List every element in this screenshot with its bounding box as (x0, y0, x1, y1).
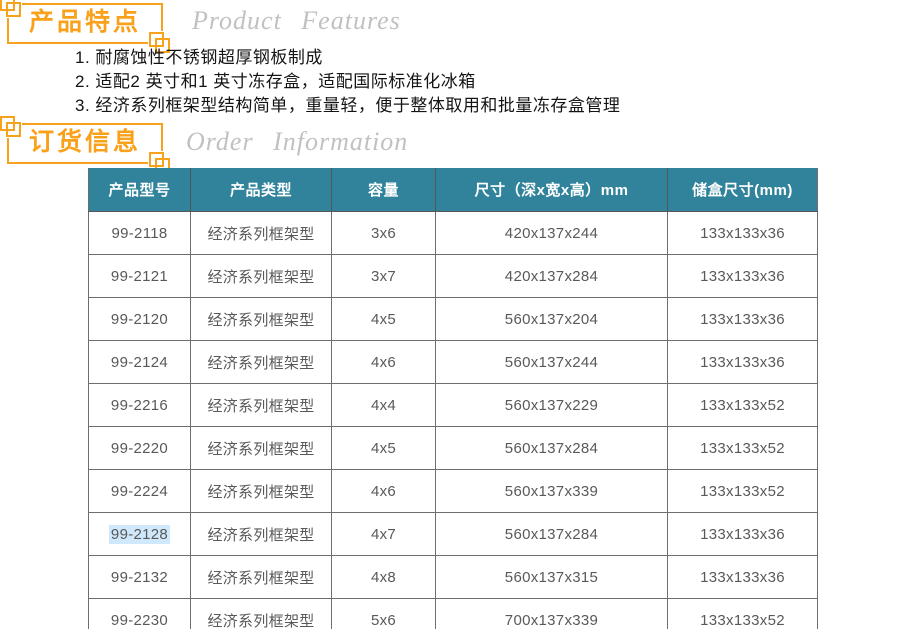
table-cell-box: 133x133x36 (668, 341, 818, 384)
order-section-title: 订货信息 (29, 128, 141, 156)
table-body: 99-2118经济系列框架型3x6420x137x244133x133x3699… (89, 212, 818, 629)
table-cell-box: 133x133x36 (668, 513, 818, 556)
table-cell-capacity: 4x5 (332, 298, 436, 341)
table-header-cell-model: 产品型号 (89, 168, 191, 212)
table-cell-model: 99-2118 (89, 212, 191, 255)
table-cell-size: 560x137x284 (436, 427, 668, 470)
fret-ornament-icon (0, 114, 22, 138)
table-cell-size: 560x137x229 (436, 384, 668, 427)
table-cell-type: 经济系列框架型 (191, 384, 332, 427)
table-row: 99-2118经济系列框架型3x6420x137x244133x133x36 (89, 212, 818, 255)
table-cell-model: 99-2120 (89, 298, 191, 341)
table-cell-type: 经济系列框架型 (191, 470, 332, 513)
table-cell-capacity: 4x5 (332, 427, 436, 470)
table-header-cell-type: 产品类型 (191, 168, 332, 212)
table-cell-capacity: 3x6 (332, 212, 436, 255)
table-row: 99-2124经济系列框架型4x6560x137x244133x133x36 (89, 341, 818, 384)
table-header-row: 产品型号产品类型容量尺寸（深x宽x高）mm储盒尺寸(mm) (89, 168, 818, 212)
table-cell-capacity: 3x7 (332, 255, 436, 298)
table-row: 99-2220经济系列框架型4x5560x137x284133x133x52 (89, 427, 818, 470)
table-cell-size: 560x137x339 (436, 470, 668, 513)
feature-list: 1. 耐腐蚀性不锈钢超厚钢板制成2. 适配2 英寸和1 英寸冻存盒，适配国际标准… (75, 46, 620, 118)
table-header-cell-capacity: 容量 (332, 168, 436, 212)
page: 产品特点 Product Features 1. 耐腐蚀性不锈钢超厚钢板制成2.… (0, 0, 900, 629)
table-row: 99-2121经济系列框架型3x7420x137x284133x133x36 (89, 255, 818, 298)
table-cell-capacity: 4x7 (332, 513, 436, 556)
table-header-cell-box: 储盒尺寸(mm) (668, 168, 818, 212)
features-section-subtitle: Product Features (192, 6, 401, 36)
table-cell-box: 133x133x52 (668, 599, 818, 629)
table-cell-model: 99-2124 (89, 341, 191, 384)
table-cell-model: 99-2220 (89, 427, 191, 470)
feature-item: 1. 耐腐蚀性不锈钢超厚钢板制成 (75, 46, 620, 70)
table-cell-type: 经济系列框架型 (191, 556, 332, 599)
table-cell-type: 经济系列框架型 (191, 255, 332, 298)
table-cell-size: 420x137x244 (436, 212, 668, 255)
table-cell-box: 133x133x36 (668, 212, 818, 255)
table-cell-model: 99-2224 (89, 470, 191, 513)
table-cell-capacity: 4x4 (332, 384, 436, 427)
table-cell-model: 99-2132 (89, 556, 191, 599)
table-cell-type: 经济系列框架型 (191, 513, 332, 556)
table-row: 99-2120经济系列框架型4x5560x137x204133x133x36 (89, 298, 818, 341)
feature-item: 2. 适配2 英寸和1 英寸冻存盒，适配国际标准化冰箱 (75, 70, 620, 94)
table-cell-type: 经济系列框架型 (191, 341, 332, 384)
table-cell-box: 133x133x36 (668, 556, 818, 599)
table-cell-model: 99-2128 (89, 513, 191, 556)
table-cell-size: 700x137x339 (436, 599, 668, 629)
table-cell-size: 420x137x284 (436, 255, 668, 298)
table-cell-type: 经济系列框架型 (191, 298, 332, 341)
table-cell-capacity: 5x6 (332, 599, 436, 629)
table-cell-box: 133x133x36 (668, 298, 818, 341)
selected-text-highlight: 99-2128 (109, 525, 170, 544)
table-cell-size: 560x137x284 (436, 513, 668, 556)
table-cell-type: 经济系列框架型 (191, 212, 332, 255)
order-section-title-badge: 订货信息 (7, 123, 163, 164)
features-section-title-badge: 产品特点 (7, 3, 163, 44)
table-cell-box: 133x133x52 (668, 470, 818, 513)
table-row: 99-2132经济系列框架型4x8560x137x315133x133x36 (89, 556, 818, 599)
table-cell-type: 经济系列框架型 (191, 599, 332, 629)
table-cell-capacity: 4x8 (332, 556, 436, 599)
table-cell-box: 133x133x52 (668, 427, 818, 470)
table-cell-capacity: 4x6 (332, 341, 436, 384)
table-row: 99-2224经济系列框架型4x6560x137x339133x133x52 (89, 470, 818, 513)
table-cell-size: 560x137x315 (436, 556, 668, 599)
order-section-subtitle: Order Information (186, 127, 408, 157)
order-info-table: 产品型号产品类型容量尺寸（深x宽x高）mm储盒尺寸(mm) 99-2118经济系… (88, 168, 818, 629)
table-cell-type: 经济系列框架型 (191, 427, 332, 470)
table-row: 99-2230经济系列框架型5x6700x137x339133x133x52 (89, 599, 818, 629)
feature-item: 3. 经济系列框架型结构简单，重量轻，便于整体取用和批量冻存盒管理 (75, 94, 620, 118)
features-section-title: 产品特点 (29, 8, 141, 36)
table-cell-model: 99-2230 (89, 599, 191, 629)
table-cell-size: 560x137x244 (436, 341, 668, 384)
table-row: 99-2128 经济系列框架型4x7560x137x284133x133x36 (89, 513, 818, 556)
fret-ornament-icon (0, 0, 22, 18)
table-cell-model: 99-2121 (89, 255, 191, 298)
table-cell-capacity: 4x6 (332, 470, 436, 513)
table-cell-size: 560x137x204 (436, 298, 668, 341)
table-header-cell-size: 尺寸（深x宽x高）mm (436, 168, 668, 212)
table-row: 99-2216经济系列框架型4x4560x137x229133x133x52 (89, 384, 818, 427)
table-cell-model: 99-2216 (89, 384, 191, 427)
table-cell-box: 133x133x36 (668, 255, 818, 298)
table-cell-box: 133x133x52 (668, 384, 818, 427)
